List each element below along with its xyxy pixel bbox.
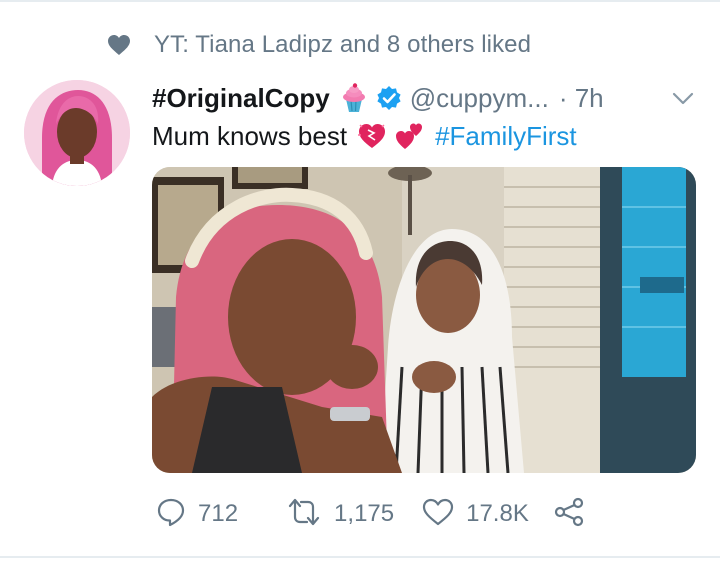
retweet-count: 1,175 xyxy=(334,500,395,527)
verified-badge-icon xyxy=(376,85,402,111)
reply-button[interactable]: 712 xyxy=(156,497,238,532)
heart-filled-icon xyxy=(106,33,132,57)
share-icon xyxy=(553,497,585,532)
heart-exclamation-emoji-icon xyxy=(357,121,387,151)
hashtag-link[interactable]: #FamilyFirst xyxy=(435,121,577,152)
tweet-text: Mum knows best #FamilyFirst xyxy=(152,118,577,154)
tweet-timestamp[interactable]: · 7h xyxy=(559,83,604,114)
retweet-button[interactable]: 1,175 xyxy=(286,497,394,532)
reply-count: 712 xyxy=(198,500,239,527)
cupcake-emoji-icon xyxy=(340,83,368,113)
social-context[interactable]: YT: Tiana Ladipz and 8 others liked xyxy=(106,30,531,60)
display-name[interactable]: #OriginalCopy xyxy=(152,83,330,114)
two-hearts-emoji-icon xyxy=(395,121,425,151)
tweet-header: #OriginalCopy @cuppym... · 7h xyxy=(152,80,697,116)
share-button[interactable] xyxy=(553,497,585,532)
tweet-body: Mum knows best xyxy=(152,120,348,151)
chevron-down-icon[interactable] xyxy=(669,84,697,112)
heart-outline-icon xyxy=(422,497,454,532)
social-context-text: YT: Tiana Ladipz and 8 others liked xyxy=(154,31,532,58)
tweet-actions: 712 1,175 17.8K xyxy=(156,496,585,532)
like-button[interactable]: 17.8K xyxy=(422,497,529,532)
like-count: 17.8K xyxy=(466,500,529,527)
tweet-photo[interactable] xyxy=(152,167,696,473)
top-divider xyxy=(0,0,720,2)
user-handle[interactable]: @cuppym... xyxy=(410,83,549,114)
retweet-icon xyxy=(286,497,322,532)
avatar[interactable] xyxy=(24,80,130,186)
reply-icon xyxy=(156,497,186,532)
bottom-divider xyxy=(0,556,720,558)
